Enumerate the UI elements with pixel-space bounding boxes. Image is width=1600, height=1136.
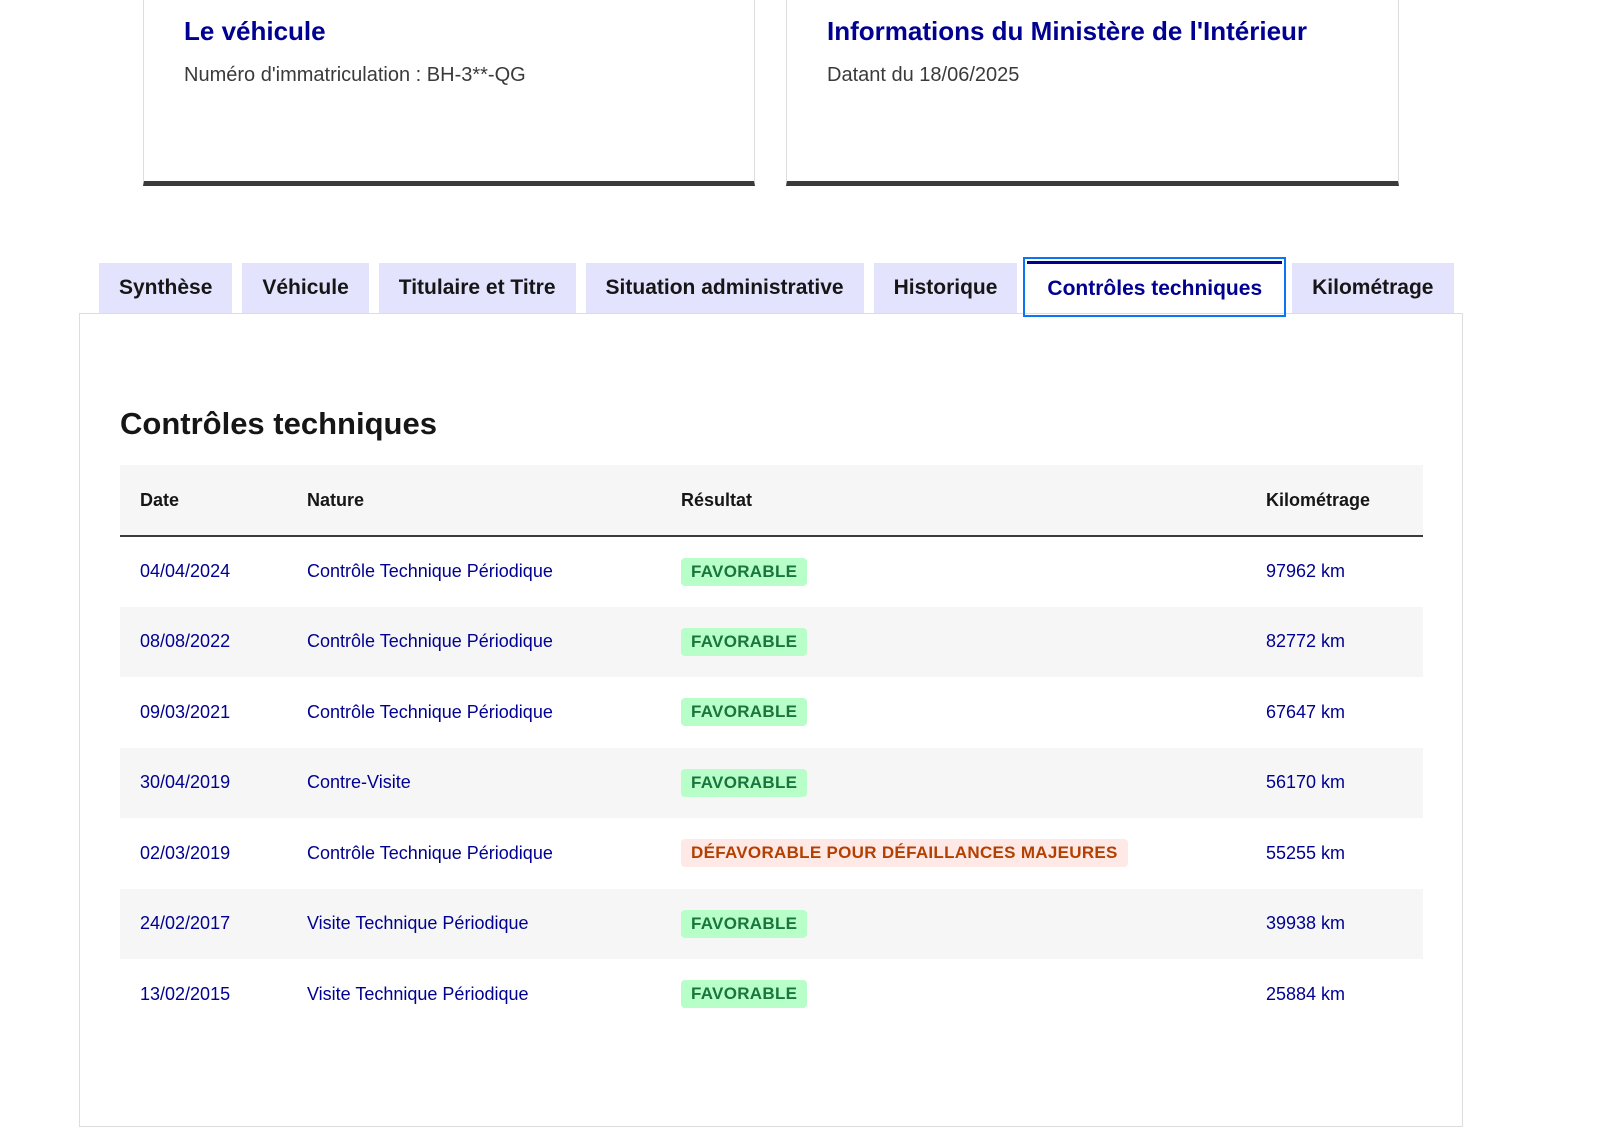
inspection-nature: Contre-Visite [307, 772, 411, 793]
tab-historique[interactable]: Historique [873, 263, 1018, 313]
result-badge: FAVORABLE [681, 980, 808, 1009]
controles-techniques-panel: Contrôles techniques Date Nature Résulta… [79, 313, 1463, 1127]
inspection-mileage: 82772 km [1266, 631, 1346, 652]
tab-kilometrage[interactable]: Kilométrage [1292, 263, 1454, 313]
inspection-date: 30/04/2019 [140, 772, 231, 793]
inspection-date: 24/02/2017 [140, 913, 231, 934]
inspection-date: 13/02/2015 [140, 983, 231, 1004]
vehicle-card-title: Le véhicule [184, 16, 326, 46]
inspection-nature: Visite Technique Périodique [307, 983, 529, 1004]
column-header-date: Date [120, 465, 287, 537]
table-row: 02/03/2019 Contrôle Technique Périodique… [120, 818, 1423, 889]
tab-controles-techniques[interactable]: Contrôles techniques [1023, 257, 1287, 317]
result-badge: FAVORABLE [681, 698, 808, 727]
tab-vehicule[interactable]: Véhicule [242, 263, 369, 313]
table-row: 09/03/2021 Contrôle Technique Périodique… [120, 677, 1423, 748]
tab-titulaire-titre[interactable]: Titulaire et Titre [378, 263, 576, 313]
inspection-mileage: 97962 km [1266, 561, 1346, 582]
table-row: 30/04/2019 Contre-Visite FAVORABLE 56170… [120, 747, 1423, 819]
inspection-nature: Contrôle Technique Périodique [307, 842, 553, 863]
table-row: 24/02/2017 Visite Technique Périodique F… [120, 888, 1423, 960]
ministry-info-card: Informations du Ministère de l'Intérieur… [786, 0, 1399, 186]
inspection-mileage: 25884 km [1266, 983, 1346, 1004]
inspection-nature: Contrôle Technique Périodique [307, 701, 553, 722]
inspection-result-cell: DÉFAVORABLE POUR DÉFAILLANCES MAJEURES [661, 818, 1246, 889]
inspection-mileage: 56170 km [1266, 772, 1346, 793]
inspection-nature: Visite Technique Périodique [307, 913, 529, 934]
inspection-date: 04/04/2024 [140, 561, 231, 582]
result-badge: FAVORABLE [681, 909, 808, 938]
table-row: 04/04/2024 Contrôle Technique Périodique… [120, 536, 1423, 607]
inspection-result-cell: FAVORABLE [661, 607, 1246, 678]
inspection-result-cell: FAVORABLE [661, 677, 1246, 748]
inspection-mileage: 67647 km [1266, 701, 1346, 722]
result-badge: FAVORABLE [681, 557, 808, 586]
table-row: 13/02/2015 Visite Technique Périodique F… [120, 959, 1423, 1030]
technical-inspections-table: Date Nature Résultat Kilométrage 04/04/2… [120, 465, 1423, 1030]
tab-situation-administrative[interactable]: Situation administrative [585, 263, 864, 313]
registration-number: Numéro d'immatriculation : BH-3**-QG [184, 64, 526, 86]
inspection-date: 08/08/2022 [140, 631, 231, 652]
column-header-result: Résultat [661, 465, 1246, 537]
vehicle-card: Le véhicule Numéro d'immatriculation : B… [143, 0, 755, 186]
tab-synthese[interactable]: Synthèse [99, 263, 233, 313]
data-date: Datant du 18/06/2025 [827, 64, 1020, 86]
result-badge: DÉFAVORABLE POUR DÉFAILLANCES MAJEURES [681, 839, 1128, 868]
tab-list: Synthèse Véhicule Titulaire et Titre Sit… [99, 257, 1454, 317]
inspection-nature: Contrôle Technique Périodique [307, 631, 553, 652]
inspection-nature: Contrôle Technique Périodique [307, 561, 553, 582]
inspection-mileage: 55255 km [1266, 842, 1346, 863]
table-row: 08/08/2022 Contrôle Technique Périodique… [120, 606, 1423, 678]
inspection-result-cell: FAVORABLE [661, 889, 1246, 960]
section-title: Contrôles techniques [120, 406, 437, 441]
column-header-nature: Nature [287, 465, 661, 537]
ministry-card-title: Informations du Ministère de l'Intérieur [827, 16, 1308, 46]
inspection-date: 02/03/2019 [140, 842, 231, 863]
result-badge: FAVORABLE [681, 768, 808, 797]
column-header-mileage: Kilométrage [1246, 465, 1423, 537]
inspection-date: 09/03/2021 [140, 701, 231, 722]
inspection-mileage: 39938 km [1266, 913, 1346, 934]
inspection-result-cell: FAVORABLE [661, 536, 1246, 607]
result-badge: FAVORABLE [681, 627, 808, 656]
table-header-row: Date Nature Résultat Kilométrage [120, 465, 1423, 537]
inspection-result-cell: FAVORABLE [661, 959, 1246, 1030]
inspection-result-cell: FAVORABLE [661, 748, 1246, 819]
